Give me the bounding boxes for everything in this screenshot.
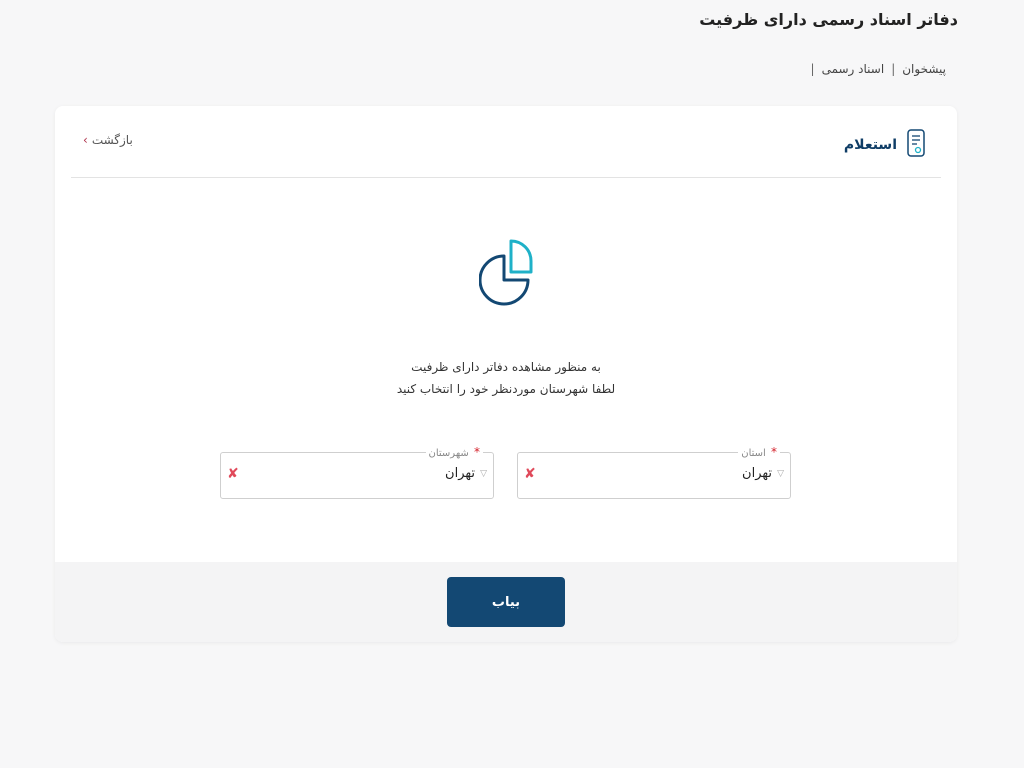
chevron-down-icon: ▽ [777, 469, 784, 479]
page-title: دفاتر اسناد رسمی دارای ظرفیت [699, 10, 958, 29]
chevron-down-icon: ▽ [480, 469, 487, 479]
city-label-text: شهرستان [428, 448, 469, 459]
breadcrumb-item-official-documents[interactable]: اسناد رسمی [822, 62, 885, 76]
chevron-right-icon: › [83, 133, 88, 147]
document-icon [907, 129, 925, 161]
clear-city-icon[interactable]: ✘ [227, 466, 239, 482]
required-mark: * [771, 445, 777, 459]
city-value: تهران [445, 466, 475, 481]
province-value: تهران [742, 466, 772, 481]
header-title-label: استعلام [843, 137, 897, 153]
province-label: * استان [738, 445, 780, 459]
breadcrumb-item-dashboard[interactable]: پیشخوان [902, 62, 946, 76]
pie-chart-icon [478, 238, 535, 328]
back-label: بازگشت [91, 133, 133, 147]
intro-line-2: لطفا شهرستان موردنظر خود را انتخاب کنید [396, 382, 616, 396]
breadcrumb: پیشخوان | اسناد رسمی | [804, 62, 946, 76]
city-select[interactable]: * شهرستان ▽ تهران ✘ [220, 445, 494, 499]
main-card: استعلام بازگشت › به منظور مشاهده دفاتر د… [55, 106, 957, 642]
required-mark: * [474, 445, 480, 459]
breadcrumb-separator: | [810, 62, 815, 76]
back-button[interactable]: بازگشت › [83, 133, 133, 147]
breadcrumb-separator: | [891, 62, 896, 76]
province-select[interactable]: * استان ▽ تهران ✘ [517, 445, 791, 499]
city-label: * شهرستان [425, 445, 483, 459]
header-title: استعلام [844, 129, 925, 161]
card-footer: بیاب [55, 562, 957, 642]
province-label-text: استان [741, 448, 766, 459]
intro-line-1: به منظور مشاهده دفاتر دارای ظرفیت [411, 360, 601, 374]
submit-button[interactable]: بیاب [447, 577, 565, 627]
card-header: استعلام بازگشت › [71, 106, 941, 178]
intro-text: به منظور مشاهده دفاتر دارای ظرفیت لطفا ش… [55, 356, 957, 400]
clear-province-icon[interactable]: ✘ [524, 466, 536, 482]
